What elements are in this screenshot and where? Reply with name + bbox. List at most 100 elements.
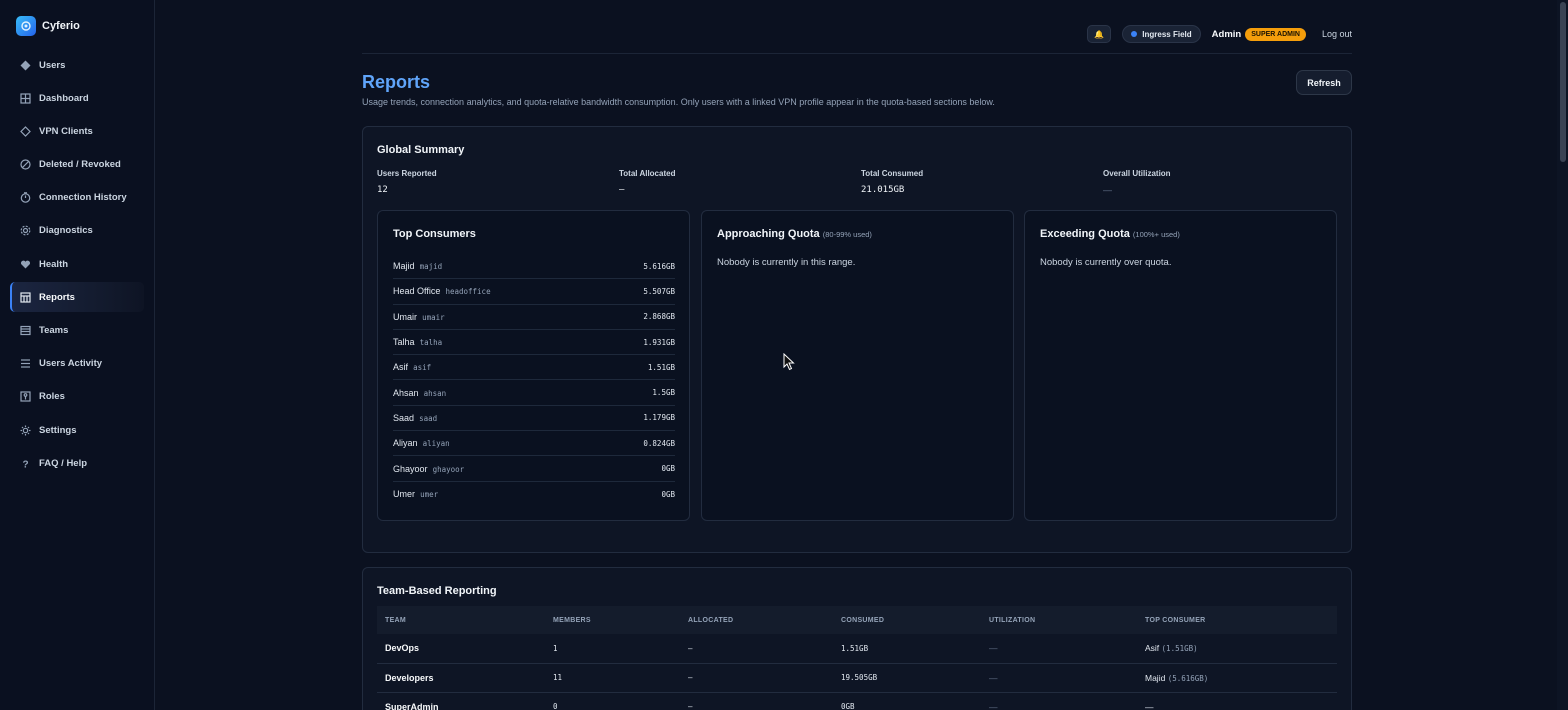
top-consumer-name: Asif (1145, 643, 1160, 654)
cell-members: 0 (545, 692, 680, 710)
column-header-team: TEAM (377, 606, 545, 634)
consumer-name: Umer (393, 489, 415, 500)
refresh-button[interactable]: Refresh (1296, 70, 1352, 95)
sidebar-item-label: FAQ / Help (39, 457, 88, 469)
consumer-usage: 0GB (661, 464, 675, 474)
consumer-identity: Umair umair (393, 311, 445, 323)
mouse-cursor-icon (783, 353, 795, 371)
ingress-selector[interactable]: Ingress Field (1122, 25, 1201, 43)
cell-team: DevOps (377, 634, 545, 664)
table-row[interactable]: Developers 11–19.505GB — Majid (5.616GB) (377, 663, 1337, 693)
table-row[interactable]: DevOps 1–1.51GB — Asif (1.51GB) (377, 634, 1337, 664)
approaching-quota-heading: Approaching Quota (717, 228, 820, 240)
sun-gear-icon (19, 424, 31, 436)
top-consumer-usage: (5.616GB) (1167, 673, 1209, 683)
sidebar-item-label: Health (39, 258, 69, 270)
svg-text:?: ? (22, 459, 28, 469)
team-report-card: Team-Based Reporting TEAM MEMBERS ALLOCA… (362, 567, 1352, 710)
consumer-username: aliyan (422, 439, 450, 449)
consumer-identity: Saad saad (393, 412, 437, 424)
consumer-name: Saad (393, 412, 415, 423)
notifications-button[interactable]: 🔔 (1087, 25, 1112, 43)
consumer-usage: 1.931GB (643, 337, 675, 347)
cell-top-consumer: — (1137, 692, 1337, 710)
consumer-identity: Majid majid (393, 260, 442, 272)
brand[interactable]: Cyferio (16, 13, 154, 39)
sidebar-item-dashboard[interactable]: Dashboard (10, 83, 144, 113)
consumer-identity: Talha talha (393, 336, 442, 348)
sidebar-item-diagnostics[interactable]: Diagnostics (10, 216, 144, 246)
global-summary-card: Global Summary Users Reported 12 Total A… (362, 126, 1352, 553)
logout-link[interactable]: Log out (1322, 29, 1352, 39)
consumer-username: saad (419, 413, 438, 423)
consumer-username: umer (420, 490, 439, 500)
cell-allocated: – (680, 634, 833, 664)
sidebar-item-users[interactable]: Users (10, 50, 144, 80)
list-item: Umer umer 0GB (393, 482, 675, 507)
sidebar-item-roles[interactable]: Roles (10, 382, 144, 412)
exceeding-quota-range: (100%+ used) (1132, 230, 1180, 239)
column-header-consumed: CONSUMED (833, 606, 981, 634)
stat-users-reported: Users Reported 12 (377, 169, 437, 195)
stat-total-consumed: Total Consumed 21.015GB (861, 169, 923, 195)
cell-utilization: — (981, 692, 1137, 710)
consumer-username: asif (413, 363, 432, 373)
heart-icon (19, 258, 31, 270)
sidebar: Cyferio Users Dashboard VPN Clients Deleted… (0, 0, 155, 710)
brand-name: Cyferio (42, 20, 80, 32)
team-report-table: TEAM MEMBERS ALLOCATED CONSUMED UTILIZAT… (377, 606, 1337, 710)
sidebar-item-label: Teams (39, 325, 69, 336)
consumer-name: Umair (393, 311, 417, 322)
sidebar-item-label: VPN Clients (39, 125, 93, 137)
list-item: Aliyan aliyan 0.824GB (393, 431, 675, 457)
exceeding-quota-empty: Nobody is currently over quota. (1040, 257, 1172, 268)
cell-utilization: — (981, 663, 1137, 693)
table-header-row: TEAM MEMBERS ALLOCATED CONSUMED UTILIZAT… (377, 606, 1337, 634)
ingress-label: Ingress Field (1142, 29, 1192, 39)
global-summary-title: Global Summary (377, 144, 465, 156)
sidebar-item-faq-help[interactable]: ? FAQ / Help (10, 448, 144, 478)
page-title: Reports (362, 72, 431, 92)
consumer-username: ahsan (423, 388, 447, 398)
question-icon: ? (19, 457, 31, 469)
page-scrollbar[interactable] (1557, 0, 1568, 710)
sidebar-item-label: Users (39, 59, 66, 71)
cell-consumed: 19.505GB (833, 663, 981, 693)
sidebar-item-deleted-revoked[interactable]: Deleted / Revoked (10, 150, 144, 180)
sidebar-item-users-activity[interactable]: Users Activity (10, 349, 144, 379)
top-consumers-title: Top Consumers (393, 228, 476, 240)
column-header-members: MEMBERS (545, 606, 680, 634)
table-row[interactable]: SuperAdmin 0–0GB — — (377, 692, 1337, 710)
stat-value: 12 (377, 185, 388, 195)
sidebar-item-label: Diagnostics (39, 225, 93, 237)
user-name: Admin (1211, 28, 1242, 40)
sidebar-item-teams[interactable]: Teams (10, 316, 144, 346)
sidebar-item-health[interactable]: Health (10, 249, 144, 279)
status-dot-icon (1131, 31, 1138, 37)
cell-members: 1 (545, 634, 680, 664)
cell-consumed: 1.51GB (833, 634, 981, 664)
consumer-identity: Ahsan ahsan (393, 387, 446, 399)
sidebar-nav: Users Dashboard VPN Clients Deleted / Revok… (10, 50, 144, 481)
column-header-allocated: ALLOCATED (680, 606, 833, 634)
table-icon (19, 291, 31, 303)
consumer-identity: Asif asif (393, 361, 431, 373)
sidebar-item-vpn-clients[interactable]: VPN Clients (10, 116, 144, 146)
sidebar-item-connection-history[interactable]: Connection History (10, 183, 144, 213)
topbar: 🔔 Ingress Field Admin SUPER ADMIN Log ou… (362, 24, 1352, 54)
consumer-username: ghayoor (432, 464, 465, 474)
list-item: Asif asif 1.51GB (393, 355, 675, 381)
sidebar-item-label: Settings (39, 424, 77, 436)
sidebar-item-reports[interactable]: Reports (10, 282, 144, 313)
scrollbar-thumb[interactable] (1560, 2, 1566, 162)
sidebar-item-settings[interactable]: Settings (10, 415, 144, 445)
stat-total-allocated: Total Allocated – (619, 169, 675, 195)
approaching-quota-empty: Nobody is currently in this range. (717, 257, 856, 268)
exceeding-quota-title: Exceeding Quota (100%+ used) (1040, 228, 1180, 240)
stat-label: Total Allocated (619, 169, 676, 178)
gear-icon (19, 225, 31, 237)
sidebar-item-label: Connection History (39, 192, 127, 204)
cell-top-consumer: Asif (1.51GB) (1137, 634, 1337, 664)
cell-members: 11 (545, 663, 680, 693)
column-header-top-consumer: TOP CONSUMER (1137, 606, 1337, 634)
